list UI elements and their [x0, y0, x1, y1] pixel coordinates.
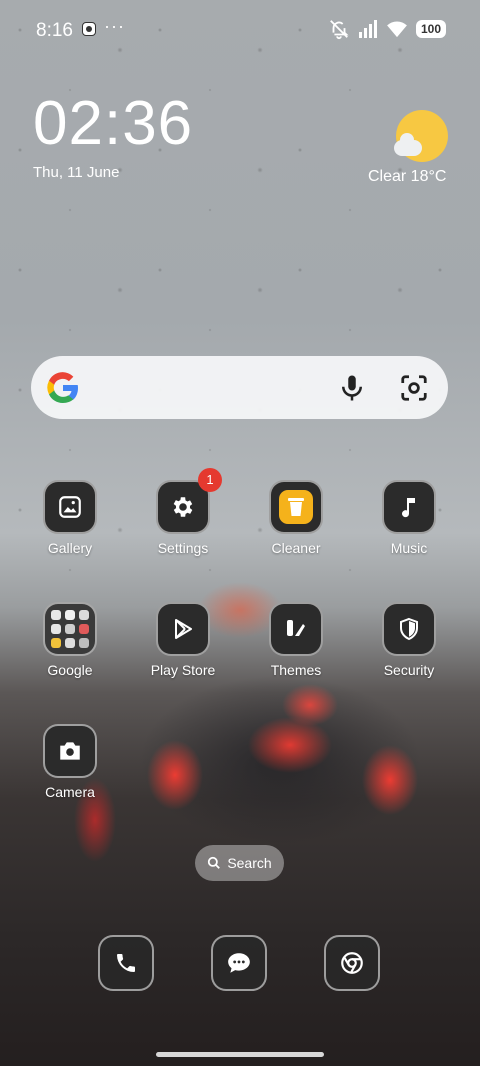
- weather-cloud-shape: [394, 133, 422, 156]
- notification-badge: 1: [198, 468, 222, 492]
- shield-icon: [400, 617, 418, 641]
- google-search-widget[interactable]: [31, 356, 448, 419]
- app-cleaner[interactable]: Cleaner: [240, 480, 352, 556]
- status-bar: 8:16 ··· 100: [0, 0, 480, 60]
- message-icon: [228, 953, 250, 973]
- app-play-store[interactable]: Play Store: [127, 602, 239, 678]
- wifi-icon: [387, 21, 407, 38]
- gesture-home-bar[interactable]: [156, 1052, 324, 1057]
- app-gallery[interactable]: Gallery: [14, 480, 126, 556]
- lens-icon[interactable]: [399, 373, 429, 403]
- app-label-google: Google: [47, 662, 93, 678]
- signal-icon: [358, 20, 377, 38]
- gear-icon: [173, 497, 193, 517]
- more-notifications-indicator: ···: [104, 16, 125, 36]
- home-search-label: Search: [227, 855, 272, 871]
- mic-icon[interactable]: [337, 373, 367, 403]
- dock-phone[interactable]: [70, 935, 182, 991]
- google-g-icon: [47, 372, 78, 404]
- camera-icon: [60, 742, 80, 760]
- battery-icon: 100: [415, 20, 446, 38]
- chrome-icon: [341, 952, 363, 974]
- dock-chrome[interactable]: [296, 935, 408, 991]
- phone-icon: [117, 954, 135, 972]
- weather-summary[interactable]: Clear 18°C: [368, 168, 446, 186]
- dock-messages[interactable]: [183, 935, 295, 991]
- app-label-cleaner: Cleaner: [271, 540, 321, 556]
- app-settings[interactable]: 1 Settings: [127, 468, 239, 556]
- folder-icon: [51, 610, 89, 648]
- app-label-music: Music: [390, 540, 428, 556]
- music-note-icon: [402, 498, 415, 518]
- app-label-camera: Camera: [45, 784, 95, 800]
- app-label-themes: Themes: [270, 662, 322, 678]
- home-search-button[interactable]: Search: [195, 845, 284, 881]
- trash-icon: [288, 498, 304, 516]
- app-music[interactable]: Music: [353, 480, 465, 556]
- app-security[interactable]: Security: [353, 602, 465, 678]
- status-time: 8:16: [36, 20, 73, 41]
- folder-google[interactable]: Google: [14, 602, 126, 678]
- clock-date[interactable]: Thu, 11 June: [33, 164, 119, 181]
- app-notification-icon: [82, 22, 96, 36]
- search-icon: [208, 856, 221, 869]
- app-label-security: Security: [383, 662, 435, 678]
- app-label-gallery: Gallery: [47, 540, 93, 556]
- play-store-icon: [175, 619, 192, 639]
- gallery-icon: [59, 496, 81, 518]
- silent-bell-icon: [330, 20, 349, 40]
- app-themes[interactable]: Themes: [240, 602, 352, 678]
- themes-icon: [287, 620, 305, 636]
- status-icons: 100: [328, 18, 446, 40]
- clock-time[interactable]: 02:36: [33, 93, 193, 155]
- app-camera[interactable]: Camera: [14, 724, 126, 800]
- app-label-settings: Settings: [157, 540, 209, 556]
- app-label-play-store: Play Store: [150, 662, 216, 678]
